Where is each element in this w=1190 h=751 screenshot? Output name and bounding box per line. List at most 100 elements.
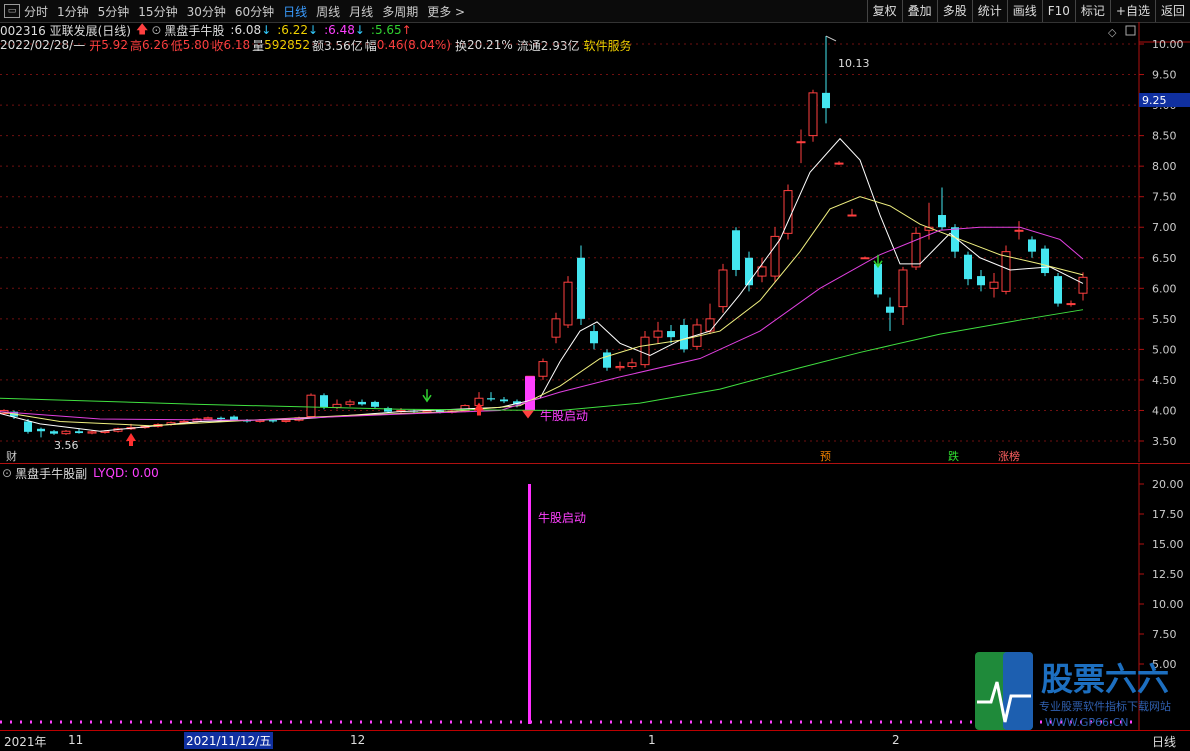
candle-up [1014,229,1024,232]
signal-candle [525,376,535,411]
candle-up [796,141,806,144]
y-tick-label: 8.50 [1152,130,1177,143]
candle-up [615,365,625,369]
logo-graphic: 股票六六 专业股票软件指标下载网站 WWW.GP66.CN [975,652,1171,730]
candle-up [87,431,97,434]
candle-up [718,269,728,308]
stats-button[interactable]: 统计 [971,0,1007,22]
candle-up [640,336,650,366]
add-watchlist-button[interactable]: +自选 [1109,0,1155,22]
multi-stock-button[interactable]: 多股 [936,0,972,22]
period-tab[interactable]: 周线 [316,3,340,20]
fuquan-button[interactable]: 复权 [866,0,902,22]
candle-down [886,306,894,313]
date-label: 2 [892,733,900,747]
maximize-icon[interactable] [1125,25,1136,36]
sub-y-tick-label: 20.00 [1152,478,1184,491]
period-tab[interactable]: 60分钟 [235,3,274,20]
date-label: 1 [648,733,656,747]
signal-label-sub: 牛股启动 [538,510,586,525]
mark-button[interactable]: 标记 [1074,0,1110,22]
candle-down [217,417,225,420]
y-tick-label: 3.50 [1152,435,1177,448]
candle-down [680,324,688,350]
candle-down [269,420,277,422]
signal-bar [528,484,531,724]
period-tab[interactable]: 15分钟 [138,3,177,20]
candle-up [705,318,715,332]
y-tick-label: 5.50 [1152,313,1177,326]
marker-finance[interactable]: 财 [6,449,17,462]
candle-down [822,92,830,109]
candle-up [1078,276,1088,294]
back-button[interactable]: 返回 [1154,0,1190,22]
min-price-label: 3.56 [54,439,79,452]
candle-down [590,331,598,344]
candle-down [50,431,58,434]
candle-down [1041,248,1049,274]
logo-subtitle: 专业股票软件指标下载网站 [1039,699,1171,713]
candle-down [37,428,45,432]
diamond-icon[interactable]: ◇ [1108,26,1117,39]
candle-down [24,421,32,432]
right-button-group: 复权 叠加 多股 统计 画线 F10 标记 +自选 返回 [866,0,1190,22]
site-logo: 股票六六 专业股票软件指标下载网站 WWW.GP66.CN [975,652,1190,732]
period-tab-active[interactable]: 日线 [283,3,307,20]
candle-down [964,254,972,280]
y-tick-label: 7.00 [1152,221,1177,234]
candle-up [898,269,908,308]
candle-up [551,318,561,338]
candle-up [61,430,71,435]
y-tick-label: 4.50 [1152,374,1177,387]
marker-forecast[interactable]: 预 [820,450,831,462]
period-label: 日线 [1152,735,1177,749]
y-tick-label: 4.00 [1152,404,1177,417]
candle-up [653,330,663,338]
period-tab[interactable]: 5分钟 [98,3,130,20]
candle-up [989,281,999,289]
max-pointer [825,35,837,42]
candle-down [320,395,328,408]
candle-down [500,399,508,402]
date-label: 12 [350,733,366,747]
candle-down [874,263,882,295]
period-tab[interactable]: 多周期 [382,3,418,20]
overlay-button[interactable]: 叠加 [901,0,937,22]
draw-line-button[interactable]: 画线 [1006,0,1042,22]
candle-down [732,230,740,270]
signal-diamond-icon [522,410,534,419]
f10-button[interactable]: F10 [1041,0,1075,22]
chevron-right-icon: > [455,4,466,19]
ma-line-yellow [0,196,1084,427]
signal-label-main: 牛股启动 [540,408,588,423]
candle-down [487,398,495,400]
kline-chart[interactable]: 10.009.509.008.508.007.507.006.506.005.5… [0,22,1190,462]
window-menu-icon[interactable]: ▭ [4,4,20,18]
date-axis[interactable]: 2021年 11 2021/11/12/五 12 1 2 日线 [0,730,1190,751]
period-tab[interactable]: 30分钟 [187,3,226,20]
marker-limitup[interactable]: 涨榜 [998,449,1020,462]
candle-down [358,401,366,405]
y-tick-label: 5.00 [1152,343,1177,356]
candle-up [1066,303,1076,306]
ma-line-white [0,137,1084,432]
more-periods-button[interactable]: 更多 > [427,3,465,20]
candle-down [745,257,753,286]
candle-down [75,431,83,434]
sub-y-tick-label: 7.50 [1152,628,1177,641]
candle-down [1028,239,1036,252]
period-tab[interactable]: 1分钟 [57,3,89,20]
candle-up [538,361,548,377]
candle-down [1054,276,1062,304]
y-tick-label: 8.00 [1152,160,1177,173]
candle-up [847,214,857,217]
period-tab[interactable]: 月线 [349,3,373,20]
candle-up [332,403,342,408]
marker-drop[interactable]: 跌 [948,449,959,462]
sub-y-tick-label: 12.50 [1152,568,1184,581]
candle-up [627,362,637,367]
candle-down [371,401,379,407]
date-label: 11 [68,733,84,747]
date-cursor-label: 2021/11/12/五 [184,732,274,749]
period-tab[interactable]: 分时 [24,3,48,20]
